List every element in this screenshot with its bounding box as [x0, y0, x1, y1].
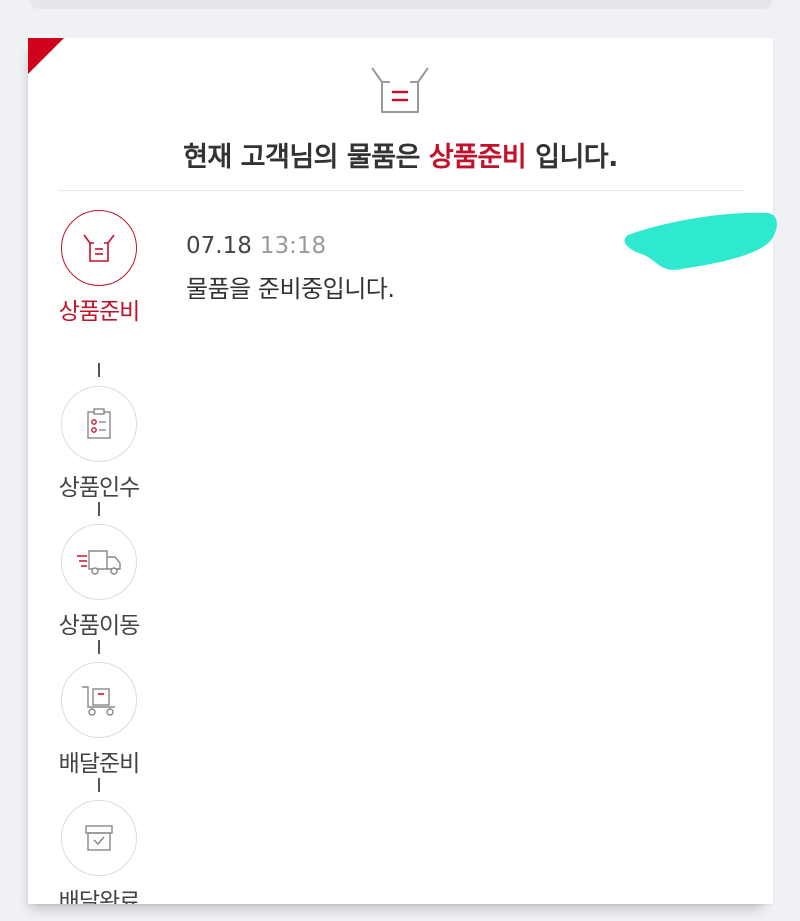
step-connector — [98, 363, 100, 377]
headline-prefix: 현재 고객님의 물품은 — [183, 142, 429, 173]
archive-box-icon — [85, 825, 113, 851]
step-connector — [98, 640, 100, 654]
step-circle — [61, 800, 137, 876]
step-delivered: 배달완료 — [56, 800, 142, 904]
previous-card-edge — [30, 0, 772, 9]
step-connector — [98, 502, 100, 516]
tracking-entry: 07.18 13:18 물품을 준비중입니다. — [186, 233, 395, 304]
box-icon — [371, 67, 429, 113]
divider — [58, 190, 743, 191]
step-label: 상품이동 — [58, 613, 141, 639]
headline-suffix: 입니다. — [526, 142, 618, 173]
step-connector — [98, 778, 100, 792]
step-circle — [61, 210, 137, 286]
step-circle — [61, 524, 137, 600]
step-circle — [61, 386, 137, 462]
clipboard-icon — [87, 408, 111, 439]
cart-icon — [82, 686, 115, 716]
entry-date: 07.18 — [186, 233, 252, 259]
step-label: 상품준비 — [58, 299, 141, 325]
step-label: 상품인수 — [58, 475, 141, 501]
step-circle — [61, 662, 137, 738]
step-out-for-delivery: 배달준비 — [56, 662, 142, 778]
step-label: 배달완료 — [58, 889, 141, 904]
redaction-mark — [624, 212, 777, 270]
corner-ribbon — [28, 38, 64, 74]
entry-timestamp: 07.18 13:18 — [186, 233, 394, 259]
step-label: 배달준비 — [58, 751, 141, 777]
delivery-status-card: 현재 고객님의 물품은 상품준비 입니다. 상품준비 상품인수 상품이동 배달준… — [28, 38, 773, 904]
step-received: 상품인수 — [56, 386, 142, 502]
step-in-transit: 상품이동 — [56, 524, 142, 640]
truck-icon — [77, 550, 121, 575]
entry-time: 13:18 — [259, 233, 327, 259]
step-preparing: 상품준비 — [56, 210, 142, 326]
entry-message: 물품을 준비중입니다. — [186, 275, 395, 303]
box-icon — [83, 234, 115, 262]
headline-status: 상품준비 — [428, 142, 527, 173]
status-headline: 현재 고객님의 물품은 상품준비 입니다. — [28, 135, 773, 174]
